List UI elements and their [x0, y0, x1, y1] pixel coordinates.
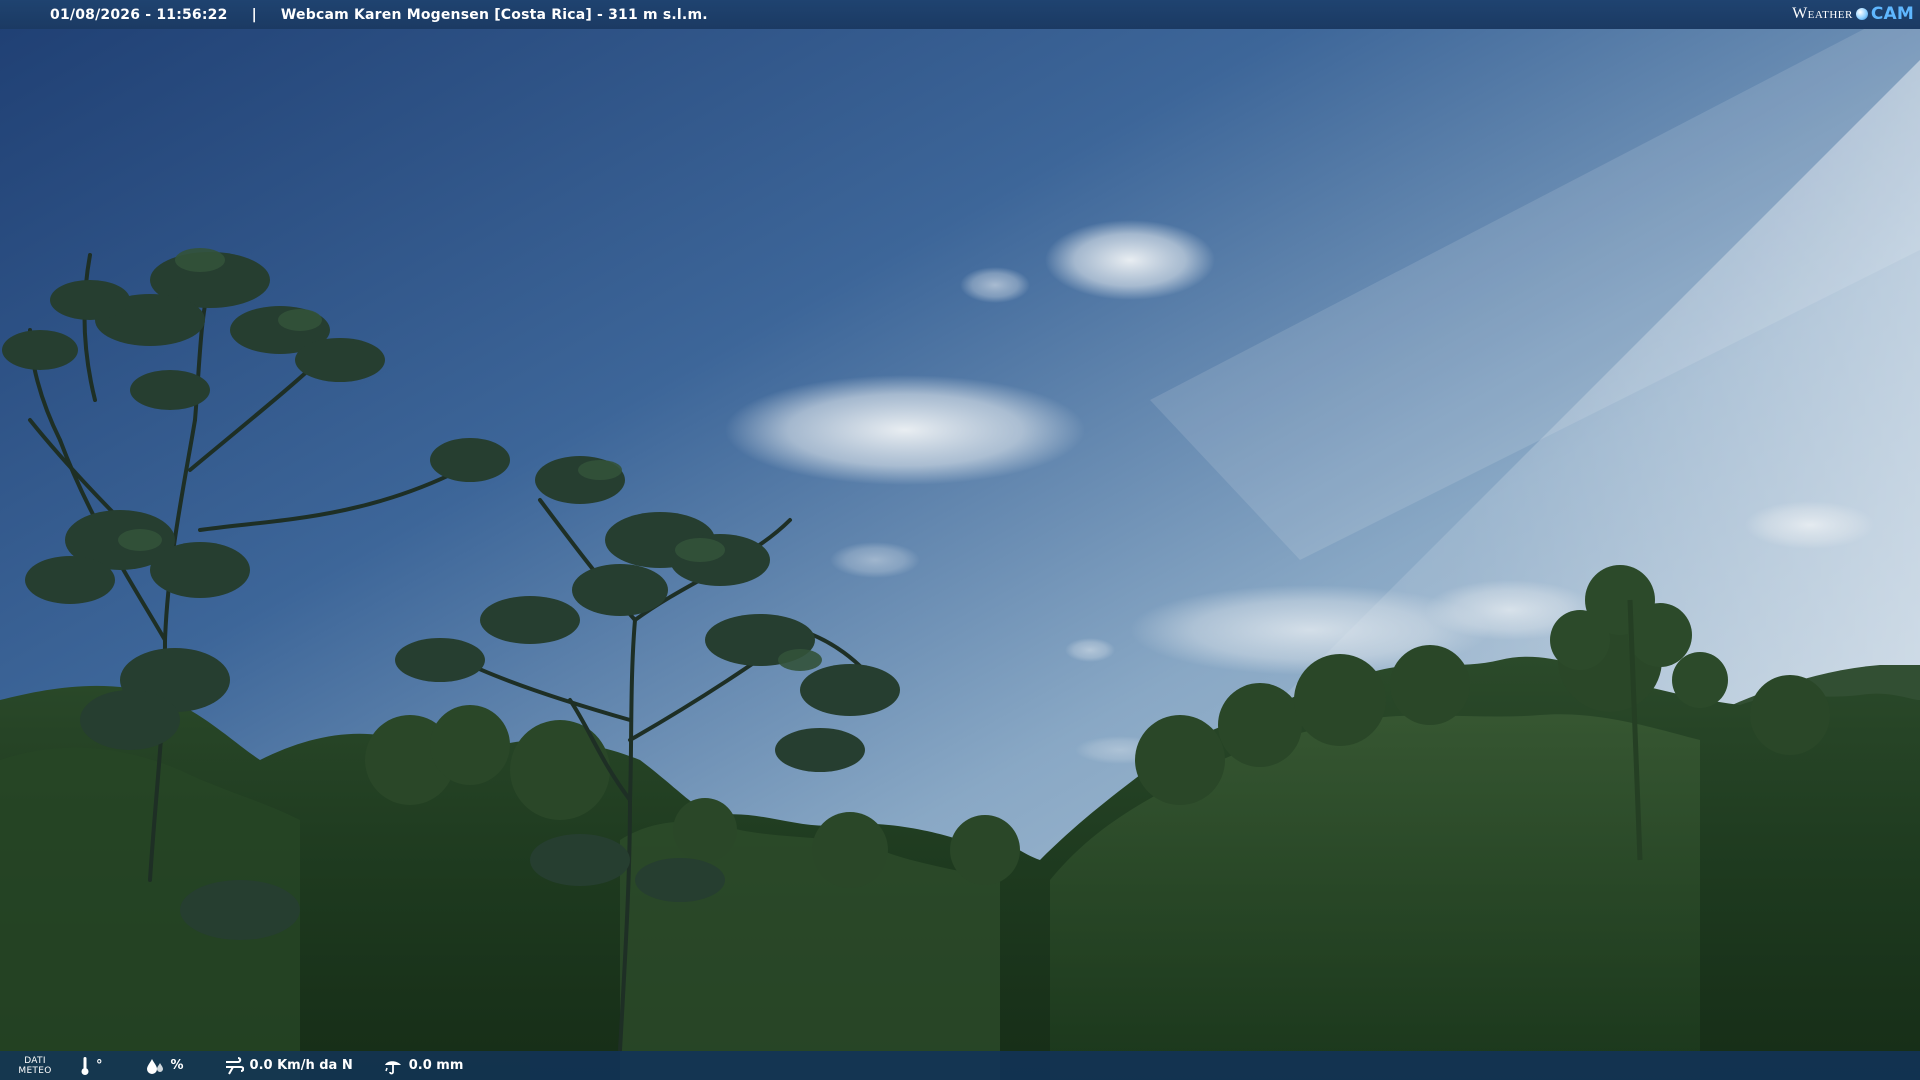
meteo-label-line2: METEO: [18, 1065, 52, 1076]
webcam-title: Webcam Karen Mogensen [Costa Rica] - 311…: [280, 6, 708, 23]
meteo-bar-fill: [530, 1051, 1920, 1080]
temperature-value: °: [96, 1058, 103, 1073]
meteo-label: DATI METEO: [0, 1056, 70, 1076]
humidity-icon: [146, 1058, 163, 1074]
thermometer-icon: [81, 1056, 89, 1075]
logo-cam-text: CAM: [1870, 4, 1914, 24]
humidity-value: %: [170, 1058, 184, 1073]
rain-readout: 0.0 mm: [383, 1057, 464, 1075]
title-separator: |: [251, 6, 257, 23]
meteo-data-bar: DATI METEO ° % 0.0 Km/h da N 0.0 mm: [0, 1051, 1920, 1080]
humidity-readout: %: [145, 1057, 184, 1075]
logo-weather-text: Weather: [1792, 5, 1853, 22]
temperature-readout: °: [80, 1056, 103, 1076]
webcam-frame: 01/08/2026 - 11:56:22 | Webcam Karen Mog…: [0, 0, 1920, 1080]
logo-globe-icon: [1855, 8, 1868, 20]
top-overlay-bar: 01/08/2026 - 11:56:22 | Webcam Karen Mog…: [0, 0, 1920, 29]
weathercam-logo: Weather CAM: [1792, 3, 1914, 25]
wind-readout: 0.0 Km/h da N: [224, 1056, 353, 1075]
meteo-label-line1: DATI: [24, 1055, 46, 1066]
datetime-label: 01/08/2026 - 11:56:22: [50, 6, 228, 23]
rain-icon: [384, 1060, 401, 1074]
wind-icon: [225, 1056, 244, 1074]
rain-value: 0.0 mm: [408, 1058, 464, 1073]
webcam-image: [0, 0, 1920, 1080]
wind-value: 0.0 Km/h da N: [249, 1058, 353, 1073]
